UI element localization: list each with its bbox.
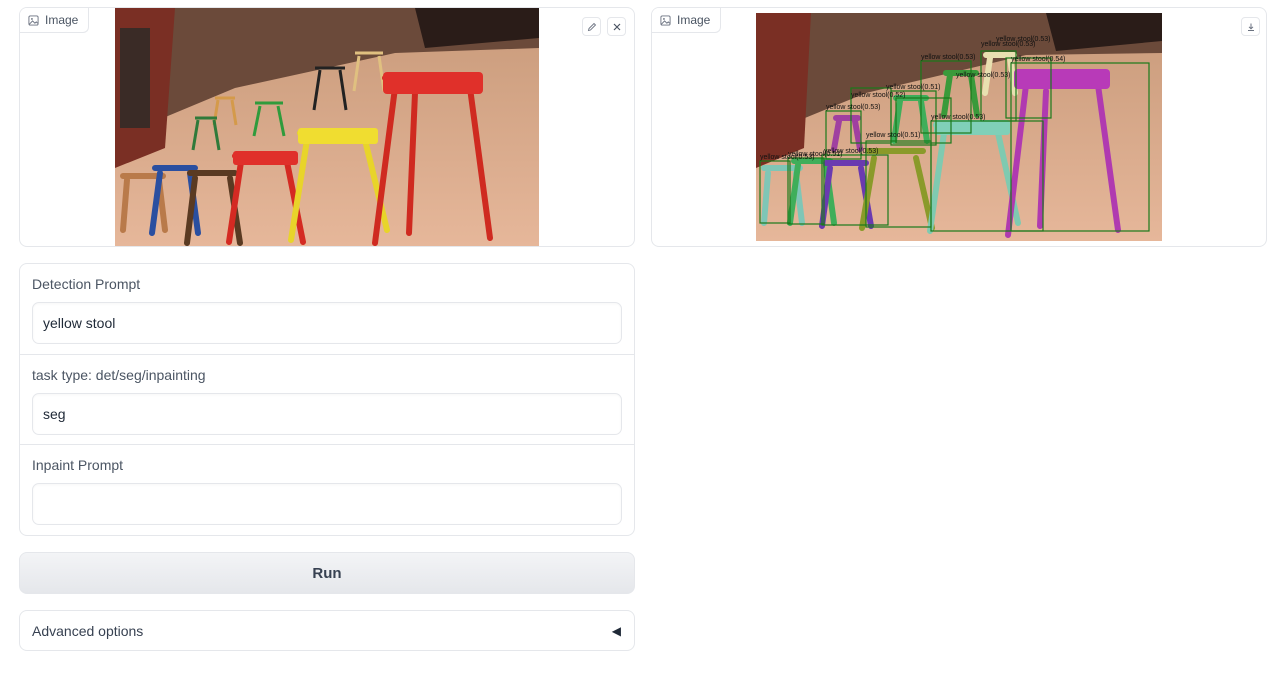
- download-button[interactable]: [1241, 17, 1260, 36]
- run-button[interactable]: Run: [19, 552, 635, 594]
- input-image-label-text: Image: [45, 13, 79, 27]
- inpaint-prompt-input[interactable]: [32, 483, 622, 525]
- prompt-form: Detection Prompt task type: det/seg/inpa…: [19, 263, 635, 536]
- collapse-arrow-icon: ◀: [611, 623, 621, 638]
- inpaint-prompt-label: Inpaint Prompt: [32, 457, 124, 473]
- advanced-options-toggle[interactable]: Advanced options ◀: [19, 610, 635, 651]
- task-type-field: task type: det/seg/inpainting: [20, 354, 634, 445]
- detection-label: yellow stool(0.53): [996, 36, 1050, 43]
- detection-prompt-label: Detection Prompt: [32, 276, 141, 292]
- image-icon: [28, 14, 39, 26]
- edit-icon: [587, 22, 596, 31]
- clear-button[interactable]: [607, 17, 626, 36]
- detection-label: yellow stool(0.53): [931, 114, 985, 121]
- inpaint-prompt-field: Inpaint Prompt: [20, 444, 634, 535]
- task-type-input[interactable]: [32, 393, 622, 435]
- download-icon: [1247, 23, 1254, 31]
- edit-button[interactable]: [582, 17, 601, 36]
- task-type-label: task type: det/seg/inpainting: [32, 367, 206, 383]
- detection-prompt-field: Detection Prompt: [20, 264, 634, 355]
- output-photo: yellow stool(0.53) yellow stool(0.51) ye…: [756, 13, 1162, 241]
- detection-label: yellow stool(0.53): [826, 104, 880, 111]
- detection-prompt-input[interactable]: [32, 302, 622, 344]
- advanced-options-label: Advanced options: [32, 622, 144, 639]
- detection-label: yellow stool(0.53): [956, 72, 1010, 79]
- input-photo: [115, 8, 539, 246]
- detection-label: yellow stool(0.53): [824, 148, 878, 155]
- detection-label: yellow stool(0.53): [921, 54, 975, 61]
- detection-label: yellow stool(0.51): [886, 84, 940, 91]
- detection-label: yellow stool(0.54): [1011, 56, 1065, 63]
- image-icon: [660, 14, 671, 26]
- input-image-panel[interactable]: Image: [19, 7, 635, 247]
- close-icon: [613, 23, 620, 30]
- detection-label: yellow stool(0.51): [866, 132, 920, 139]
- output-image-label-text: Image: [677, 13, 711, 27]
- input-image-label: Image: [20, 8, 90, 33]
- detection-label: yellow stool(0.52): [851, 92, 905, 99]
- output-image-panel[interactable]: Image yellow stool(0.53) yellow stool(0.…: [651, 7, 1267, 247]
- output-image-label: Image: [652, 8, 722, 33]
